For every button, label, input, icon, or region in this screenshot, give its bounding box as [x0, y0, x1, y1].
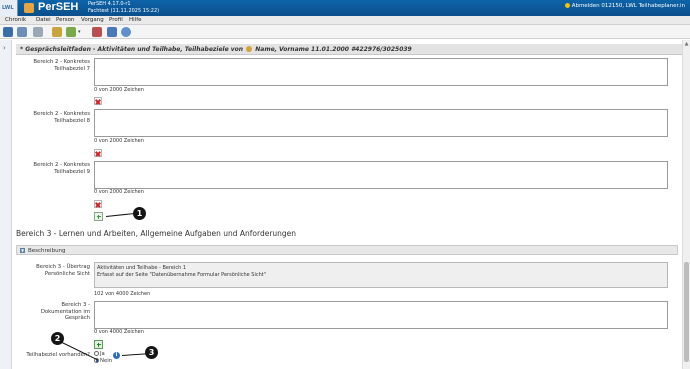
section-title-prefix: * Gesprächsleitfaden - Aktivitäten und T…	[20, 46, 244, 53]
user-info-icon[interactable]	[107, 27, 117, 37]
callout-1-arrow	[105, 213, 134, 218]
menu-datei[interactable]: Datei	[36, 17, 51, 23]
filter-icon[interactable]	[92, 27, 102, 37]
menu-chronik[interactable]: Chronik	[5, 17, 26, 23]
dokumentation-counter: 0 von 4000 Zeichen	[94, 329, 144, 335]
add-teilhabeziel-button[interactable]	[94, 212, 103, 221]
beschreibung-label: Beschreibung	[28, 247, 66, 254]
app-version-line2: Fachtest (11.11.2025 15:22)	[88, 7, 160, 14]
menu-bar: Chronik Datei Person Vorgang Profil Hilf…	[0, 16, 690, 25]
logout-link[interactable]: Abmelden 012150, LWL Teilhabeplaner.in	[564, 3, 685, 9]
radio-ja[interactable]	[94, 351, 99, 356]
toolbar: ▾	[0, 25, 690, 39]
info-icon[interactable]: i	[113, 352, 120, 359]
bereich-3-title: Bereich 3 - Lernen und Arbeiten, Allgeme…	[16, 229, 297, 238]
help-icon[interactable]	[121, 27, 131, 37]
section-title-suffix: Name, Vorname 11.01.2000 #422976/3025039	[255, 46, 412, 53]
dokumentation-textarea[interactable]	[94, 301, 668, 329]
section-title: * Gesprächsleitfaden - Aktivitäten und T…	[20, 46, 412, 53]
scroll-up-arrow-icon[interactable]: ▲	[684, 42, 689, 47]
teilhabeziel-9-label: Bereich 2 - Konkretes Teilhabeziel 9	[33, 162, 90, 175]
navigation-rail: ›	[0, 40, 12, 369]
teilhabeziel-7-label: Bereich 2 - Konkretes Teilhabeziel 7	[33, 59, 90, 72]
lwl-logo: LWL	[0, 0, 18, 16]
callout-3-arrow	[121, 353, 146, 357]
radio-nein-label: Nein	[100, 358, 113, 364]
new-person-icon[interactable]	[66, 27, 76, 37]
teilhabeziel-7-textarea[interactable]	[94, 58, 668, 86]
callout-1: 1	[133, 207, 146, 220]
delete-teilhabeziel-8-button[interactable]	[94, 149, 102, 157]
menu-hilfe[interactable]: Hilfe	[129, 17, 142, 23]
scrollbar-thumb[interactable]	[684, 262, 689, 362]
print-icon[interactable]	[33, 27, 43, 37]
refresh-icon[interactable]	[17, 27, 27, 37]
teilhabeziel-vorhanden-label: Teilhabeziel vorhanden?	[26, 352, 90, 358]
vertical-scrollbar[interactable]: ▲	[682, 40, 690, 369]
title-bar: LWL PerSEH PerSEH 4.17.0-r1 Fachtest (11…	[0, 0, 690, 16]
teilhabeziel-8-counter: 0 von 2000 Zeichen	[94, 138, 144, 144]
add-bereich-3-teilhabeziel-button[interactable]	[94, 340, 103, 349]
teilhabeziel-9-counter: 0 von 2000 Zeichen	[94, 189, 144, 195]
radio-ja-option[interactable]: Ja	[94, 351, 105, 357]
expand-chevron-icon[interactable]: ›	[3, 44, 6, 52]
dokumentation-label: Bereich 3 - Dokumentation im Gespräch	[40, 302, 90, 321]
teilhabeziel-8-label: Bereich 2 - Konkretes Teilhabeziel 8	[33, 111, 90, 124]
logout-text: Abmelden 012150, LWL Teilhabeplaner.in	[571, 3, 685, 9]
teilhabeziel-7-counter: 0 von 2000 Zeichen	[94, 87, 144, 93]
beschreibung-collapse-header[interactable]: ▼ Beschreibung	[16, 245, 678, 255]
uebertrag-textarea: Aktivitäten und Teilhabe - Bereich 1 Erf…	[94, 262, 668, 288]
teilhabeziel-9-textarea[interactable]	[94, 161, 668, 189]
app-window: LWL PerSEH PerSEH 4.17.0-r1 Fachtest (11…	[0, 0, 690, 369]
menu-person[interactable]: Person	[56, 17, 74, 23]
lwl-logo-text: LWL	[2, 5, 14, 11]
uebertrag-counter: 102 von 4000 Zeichen	[94, 291, 151, 297]
dropdown-chevron-icon[interactable]: ▾	[78, 27, 83, 37]
perseh-app-icon	[24, 3, 34, 13]
app-name: PerSEH	[38, 1, 79, 13]
delete-teilhabeziel-9-button[interactable]	[94, 200, 102, 208]
menu-vorgang[interactable]: Vorgang	[81, 17, 104, 23]
menu-profil[interactable]: Profil	[109, 17, 123, 23]
callout-3: 3	[145, 346, 158, 359]
radio-ja-label: Ja	[100, 351, 105, 357]
user-icon	[564, 3, 570, 8]
collapse-caret-icon: ▼	[20, 247, 25, 253]
save-icon[interactable]	[3, 27, 13, 37]
section-header: * Gesprächsleitfaden - Aktivitäten und T…	[16, 44, 682, 55]
app-version: PerSEH 4.17.0-r1 Fachtest (11.11.2025 15…	[88, 1, 159, 14]
uebertrag-label: Bereich 3 - Übertrag Persönliche Sicht	[36, 264, 90, 277]
person-icon	[246, 46, 253, 52]
main-content: * Gesprächsleitfaden - Aktivitäten und T…	[12, 40, 682, 369]
delete-teilhabeziel-7-button[interactable]	[94, 97, 102, 105]
teilhabeziel-8-textarea[interactable]	[94, 109, 668, 137]
person-search-icon[interactable]	[52, 27, 62, 37]
